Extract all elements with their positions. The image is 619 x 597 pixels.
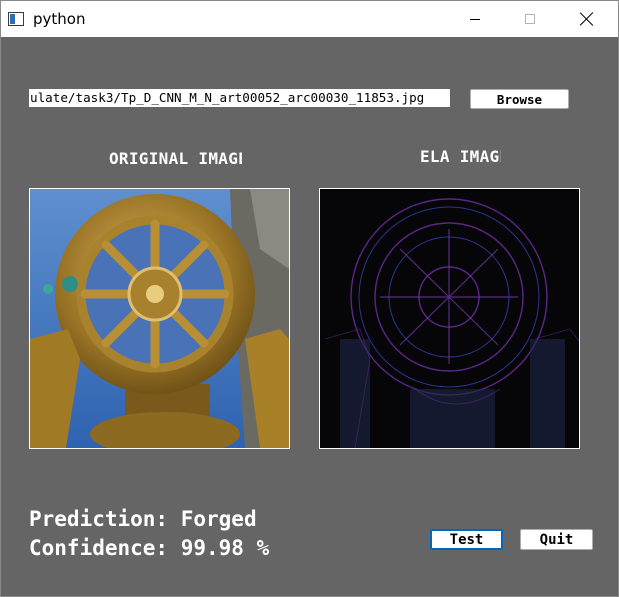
original-image-title: ORIGINAL IMAGE <box>109 149 242 168</box>
test-button[interactable]: Test <box>430 529 503 550</box>
prediction-text: Prediction: Forged <box>29 507 257 531</box>
main-panel: Browse ORIGINAL IMAGE ELA IMAGE <box>1 37 618 596</box>
file-path-input[interactable] <box>29 89 450 107</box>
maximize-button[interactable] <box>507 1 553 37</box>
ela-image-title: ELA IMAGE <box>420 147 501 166</box>
close-icon <box>580 12 594 26</box>
maximize-icon <box>525 14 535 24</box>
python-app-icon <box>8 12 24 26</box>
confidence-text: Confidence: 99.98 % <box>29 536 269 560</box>
window-title: python <box>33 10 86 28</box>
ela-image <box>319 188 580 449</box>
minimize-icon <box>470 18 480 20</box>
prediction-value: Forged <box>180 507 257 531</box>
confidence-label: Confidence: <box>29 536 169 560</box>
original-image <box>29 188 290 449</box>
confidence-value: 99.98 % <box>180 536 270 560</box>
close-button[interactable] <box>564 1 610 37</box>
app-window: python Browse ORIGINAL IMAGE ELA IMAGE <box>0 0 619 597</box>
quit-button[interactable]: Quit <box>520 529 593 550</box>
browse-button[interactable]: Browse <box>470 89 569 109</box>
title-bar[interactable]: python <box>1 1 618 37</box>
prediction-label: Prediction: <box>29 507 169 531</box>
minimize-button[interactable] <box>452 1 498 37</box>
